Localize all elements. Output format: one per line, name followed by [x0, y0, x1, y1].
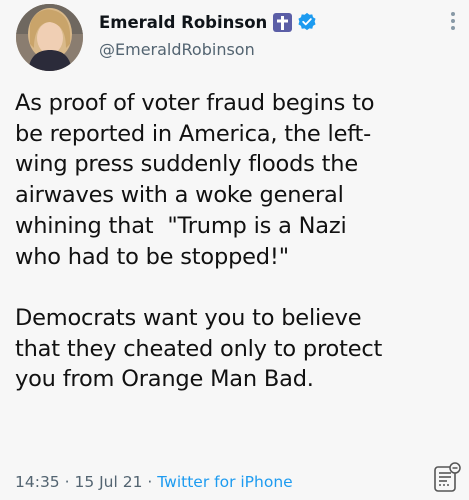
meta-separator: · — [142, 473, 158, 491]
tweet-meta: 14:35 · 15 Jul 21 · Twitter for iPhone — [15, 473, 293, 491]
avatar[interactable] — [16, 4, 83, 71]
tweet-line: that they cheated only to protect — [15, 335, 383, 362]
meta-separator: · — [59, 473, 75, 491]
tweet-line: who had to be stopped!" — [15, 243, 289, 270]
tweet-line: As proof of voter fraud begins to — [15, 90, 375, 116]
name-row: Emerald Robinson — [99, 10, 317, 34]
tweet-date[interactable]: 15 Jul 21 — [74, 473, 142, 491]
tweet-source-link[interactable]: Twitter for iPhone — [157, 473, 292, 491]
verified-badge-icon — [297, 12, 317, 32]
tweet-card: Emerald Robinson @EmeraldRobinson As pro… — [0, 0, 469, 500]
cross-icon — [273, 12, 293, 32]
tweet-line: airwaves with a woke general — [15, 182, 344, 209]
reader-view-icon[interactable] — [433, 461, 461, 493]
tweet-line: you from Orange Man Bad. — [15, 366, 314, 393]
display-name[interactable]: Emerald Robinson — [99, 13, 267, 32]
tweet-line: Democrats want you to believe — [15, 304, 362, 331]
tweet-line: whining that "Trump is a Nazi — [15, 212, 347, 239]
user-handle[interactable]: @EmeraldRobinson — [99, 40, 255, 59]
tweet-line: wing press suddenly floods the — [15, 151, 358, 178]
more-options-icon[interactable] — [449, 10, 457, 32]
tweet-line: be reported in America, the left- — [15, 120, 372, 147]
tweet-text: As proof of voter fraud begins to be rep… — [15, 88, 460, 395]
tweet-time[interactable]: 14:35 — [15, 473, 60, 491]
avatar-image — [16, 4, 83, 71]
